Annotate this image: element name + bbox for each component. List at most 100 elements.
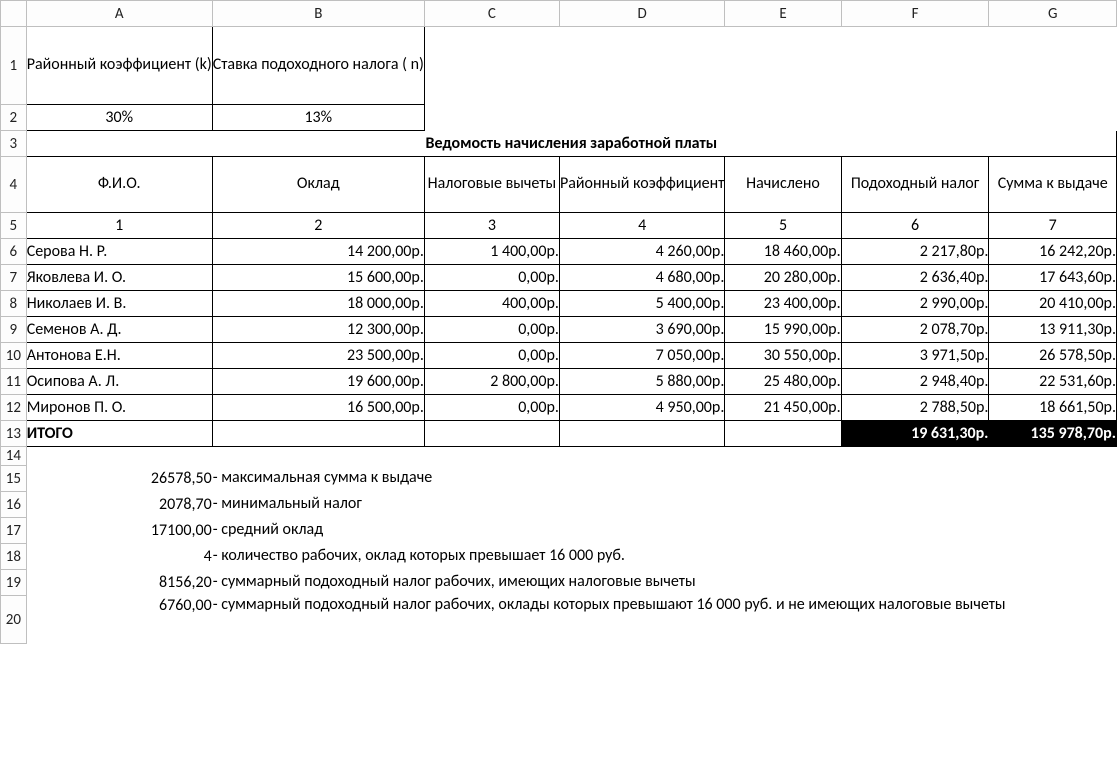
table-row[interactable]: 4 260,00р. xyxy=(559,239,724,265)
col-header-D[interactable]: D xyxy=(559,1,724,27)
table-row[interactable]: 20 280,00р. xyxy=(725,265,841,291)
table-row[interactable]: Семенов А. Д. xyxy=(26,317,212,343)
totals-pay[interactable]: 135 978,70р. xyxy=(989,421,1117,447)
cell-B2[interactable]: 13% xyxy=(212,105,424,131)
select-all-corner[interactable] xyxy=(1,1,27,27)
cell-row14[interactable] xyxy=(26,447,1116,466)
hdr-deduct[interactable]: Налоговые вычеты xyxy=(424,157,559,213)
table-row[interactable]: 18 000,00р. xyxy=(212,291,424,317)
table-row[interactable]: Миронов П. О. xyxy=(26,395,212,421)
colnum-7[interactable]: 7 xyxy=(989,213,1117,239)
cell-B1[interactable]: Ставка подоходного налога ( n) xyxy=(212,27,424,105)
cell-F2[interactable] xyxy=(841,105,989,131)
stat-val[interactable]: 26578,50 xyxy=(26,466,212,492)
cell-C13[interactable] xyxy=(424,421,559,447)
table-row[interactable]: Николаев И. В. xyxy=(26,291,212,317)
totals-tax[interactable]: 19 631,30р. xyxy=(841,421,989,447)
table-row[interactable]: 1 400,00р. xyxy=(424,239,559,265)
col-header-C[interactable]: C xyxy=(424,1,559,27)
row-header-13[interactable]: 13 xyxy=(1,421,27,447)
cell-C2[interactable] xyxy=(424,105,559,131)
table-row[interactable]: 15 600,00р. xyxy=(212,265,424,291)
table-row[interactable]: 13 911,30р. xyxy=(989,317,1117,343)
table-row[interactable]: 16 500,00р. xyxy=(212,395,424,421)
table-row[interactable]: 26 578,50р. xyxy=(989,343,1117,369)
table-row[interactable]: Яковлева И. О. xyxy=(26,265,212,291)
cell-D1[interactable] xyxy=(559,27,724,105)
table-row[interactable]: 0,00р. xyxy=(424,395,559,421)
cell-D2[interactable] xyxy=(559,105,724,131)
cell-A2[interactable]: 30% xyxy=(26,105,212,131)
stat-val[interactable]: 8156,20 xyxy=(26,570,212,596)
table-row[interactable]: 2 788,50р. xyxy=(841,395,989,421)
row-header-9[interactable]: 9 xyxy=(1,317,27,343)
cell-G1[interactable] xyxy=(989,27,1117,105)
cell-E2[interactable] xyxy=(725,105,841,131)
stat-txt[interactable]: - количество рабочих, оклад которых прев… xyxy=(212,544,1116,570)
cell-G2[interactable] xyxy=(989,105,1117,131)
stat-val[interactable]: 4 xyxy=(26,544,212,570)
title-cell[interactable]: Ведомость начисления заработной платы xyxy=(26,131,1116,157)
table-row[interactable]: 22 531,60р. xyxy=(989,369,1117,395)
table-row[interactable]: 2 990,00р. xyxy=(841,291,989,317)
row-header-17[interactable]: 17 xyxy=(1,518,27,544)
row-header-10[interactable]: 10 xyxy=(1,343,27,369)
row-header-20[interactable]: 20 xyxy=(1,596,27,644)
table-row[interactable]: 2 948,40р. xyxy=(841,369,989,395)
colnum-2[interactable]: 2 xyxy=(212,213,424,239)
table-row[interactable]: 30 550,00р. xyxy=(725,343,841,369)
table-row[interactable]: 20 410,00р. xyxy=(989,291,1117,317)
row-header-18[interactable]: 18 xyxy=(1,544,27,570)
row-header-3[interactable]: 3 xyxy=(1,131,27,157)
table-row[interactable]: 5 400,00р. xyxy=(559,291,724,317)
table-row[interactable]: Серова Н. Р. xyxy=(26,239,212,265)
cell-C1[interactable] xyxy=(424,27,559,105)
table-row[interactable]: 400,00р. xyxy=(424,291,559,317)
hdr-pay[interactable]: Сумма к выдаче xyxy=(989,157,1117,213)
row-header-16[interactable]: 16 xyxy=(1,492,27,518)
stat-txt[interactable]: - средний оклад xyxy=(212,518,1116,544)
table-row[interactable]: 4 950,00р. xyxy=(559,395,724,421)
table-row[interactable]: 2 636,40р. xyxy=(841,265,989,291)
colnum-1[interactable]: 1 xyxy=(26,213,212,239)
cell-E13[interactable] xyxy=(725,421,841,447)
col-header-G[interactable]: G xyxy=(989,1,1117,27)
cell-A1[interactable]: Районный коэффициент (k) xyxy=(26,27,212,105)
stat-val[interactable]: 17100,00 xyxy=(26,518,212,544)
stat-txt[interactable]: - суммарный подоходный налог рабочих, ок… xyxy=(212,596,1116,644)
stat-val[interactable]: 6760,00 xyxy=(26,596,212,644)
col-header-E[interactable]: E xyxy=(725,1,841,27)
table-row[interactable]: 0,00р. xyxy=(424,265,559,291)
row-header-4[interactable]: 4 xyxy=(1,157,27,213)
row-header-1[interactable]: 1 xyxy=(1,27,27,105)
cell-D13[interactable] xyxy=(559,421,724,447)
hdr-tax[interactable]: Подоходный налог xyxy=(841,157,989,213)
hdr-accr[interactable]: Начислено xyxy=(725,157,841,213)
table-row[interactable]: 2 078,70р. xyxy=(841,317,989,343)
row-header-2[interactable]: 2 xyxy=(1,105,27,131)
row-header-19[interactable]: 19 xyxy=(1,570,27,596)
table-row[interactable]: 3 690,00р. xyxy=(559,317,724,343)
table-row[interactable]: 14 200,00р. xyxy=(212,239,424,265)
row-header-12[interactable]: 12 xyxy=(1,395,27,421)
totals-label[interactable]: ИТОГО xyxy=(26,421,212,447)
table-row[interactable]: 23 500,00р. xyxy=(212,343,424,369)
hdr-kcoef[interactable]: Районный коэффициент xyxy=(559,157,724,213)
table-row[interactable]: 25 480,00р. xyxy=(725,369,841,395)
stat-txt[interactable]: - максимальная сумма к выдаче xyxy=(212,466,1116,492)
stat-val[interactable]: 2078,70 xyxy=(26,492,212,518)
cell-F1[interactable] xyxy=(841,27,989,105)
table-row[interactable]: Антонова Е.Н. xyxy=(26,343,212,369)
spreadsheet[interactable]: A B C D E F G 1 Районный коэффициент (k)… xyxy=(0,0,1117,644)
row-header-5[interactable]: 5 xyxy=(1,213,27,239)
cell-B13[interactable] xyxy=(212,421,424,447)
table-row[interactable]: 4 680,00р. xyxy=(559,265,724,291)
col-header-B[interactable]: B xyxy=(212,1,424,27)
row-header-8[interactable]: 8 xyxy=(1,291,27,317)
table-row[interactable]: 19 600,00р. xyxy=(212,369,424,395)
table-row[interactable]: Осипова А. Л. xyxy=(26,369,212,395)
row-header-7[interactable]: 7 xyxy=(1,265,27,291)
stat-txt[interactable]: - минимальный налог xyxy=(212,492,1116,518)
table-row[interactable]: 0,00р. xyxy=(424,343,559,369)
table-row[interactable]: 15 990,00р. xyxy=(725,317,841,343)
